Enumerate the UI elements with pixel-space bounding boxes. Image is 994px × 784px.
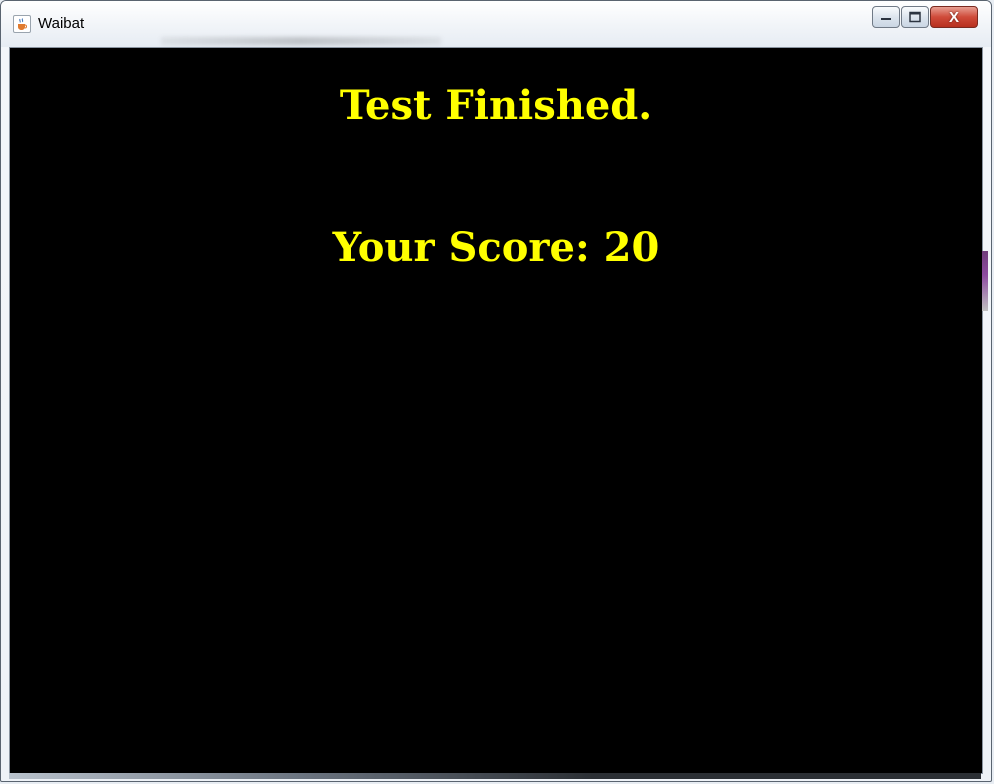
close-button[interactable]: X xyxy=(930,6,978,28)
test-finished-heading: Test Finished. xyxy=(339,82,653,129)
window-title: Waibat xyxy=(38,15,85,32)
app-window: Waibat X Test Finished. Your Score: 20 xyxy=(0,0,992,782)
maximize-button[interactable] xyxy=(901,6,929,28)
game-canvas: Test Finished. Your Score: 20 xyxy=(9,47,983,774)
background-window-edge xyxy=(982,251,988,311)
java-cup-icon[interactable] xyxy=(13,15,31,33)
minimize-icon xyxy=(881,18,891,20)
background-blur xyxy=(161,37,441,45)
window-bottom-border xyxy=(9,773,981,779)
window-controls: X xyxy=(872,6,979,28)
minimize-button[interactable] xyxy=(872,6,900,28)
maximize-icon xyxy=(909,11,921,23)
close-icon: X xyxy=(948,8,959,26)
title-bar[interactable]: Waibat X xyxy=(1,1,991,47)
score-text: Your Score: 20 xyxy=(332,224,660,271)
